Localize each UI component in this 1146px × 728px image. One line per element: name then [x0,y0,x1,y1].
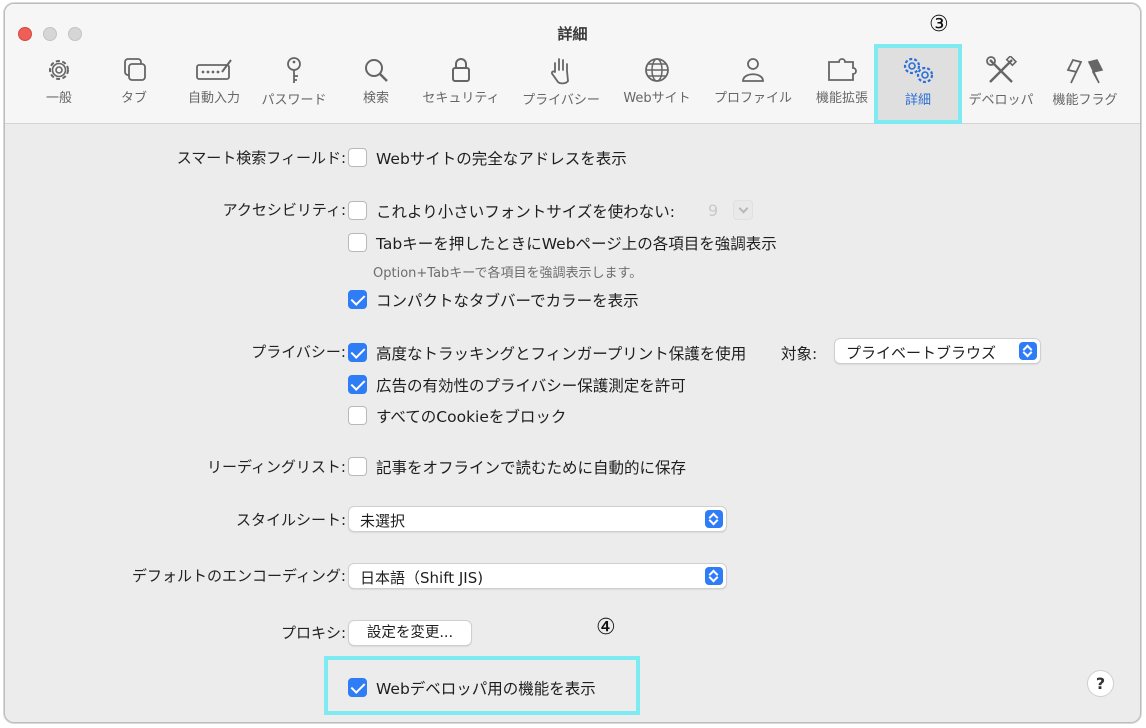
tab-label: セキュリティ [422,91,500,106]
lock-icon [452,58,470,82]
tab-label: タブ [120,91,147,106]
change-proxy-settings-button[interactable]: 設定を変更... [348,620,472,646]
callout-three: ③ [929,12,949,37]
developer-features-checkbox[interactable] [348,678,367,697]
tab-label: 一般 [45,91,72,106]
tab-label: プライバシー [522,93,600,108]
tab-developer[interactable]: デベロッパ [963,56,1039,112]
tab-search[interactable]: 検索 [351,56,401,112]
toolbar: 詳細 一般 タブ 自動入力 パスワード 検索 セキュリティ プライバシー Web… [5,4,1140,124]
smart-search-label: スマート検索フィールド: [176,149,346,167]
save-offline-checkbox[interactable] [348,457,367,476]
tabs-icon [124,58,146,81]
person-icon [742,58,764,82]
accessibility-label: アクセシビリティ: [222,201,346,219]
privacy-target-value: プライベートブラウズ [846,344,997,362]
tab-general[interactable]: 一般 [31,56,87,112]
help-button[interactable]: ? [1087,670,1114,697]
min-font-checkbox[interactable] [348,201,367,220]
tracking-protection-checkbox[interactable] [348,343,367,362]
privacy-target-select[interactable]: プライベートブラウズ [834,338,1041,364]
min-font-label: これより小さいフォントサイズを使わない: [376,203,675,221]
tab-highlight-hint: Option+Tabキーで各項目を強調表示します。 [373,266,643,281]
min-font-size-value: 9 [708,201,719,220]
search-icon [365,59,388,82]
show-full-address-label: Webサイトの完全なアドレスを表示 [376,150,627,168]
ad-measurement-checkbox[interactable] [348,375,367,394]
tab-label: 機能拡張 [815,91,868,106]
tab-extensions[interactable]: 機能拡張 [811,56,873,112]
target-label: 対象: [781,345,818,363]
save-offline-label: 記事をオフラインで読むために自動的に保存 [376,459,687,477]
key-icon [287,57,301,83]
tab-label: 機能フラグ [1052,93,1118,108]
tab-label: 自動入力 [187,91,240,106]
ad-measurement-label: 広告の有効性のプライバシー保護測定を許可 [376,377,686,395]
tab-passwords[interactable]: パスワード [257,56,331,112]
reading-list-label: リーディングリスト: [206,458,346,476]
hand-icon [551,58,569,85]
tab-label: パスワード [261,93,327,108]
tab-label: Webサイト [623,91,691,106]
tab-websites[interactable]: Webサイト [619,56,695,112]
updown-chevron-icon [705,510,723,528]
tab-label: 検索 [362,91,389,106]
tab-highlight-checkbox[interactable] [348,233,367,252]
gear-icon [49,60,69,80]
callout-four: ④ [596,615,616,640]
tab-autofill[interactable]: 自動入力 [183,56,245,112]
tab-label: デベロッパ [968,93,1034,108]
updown-chevron-icon [1019,342,1037,360]
stylesheet-value: 未選択 [360,512,406,530]
tab-feature-flags[interactable]: 機能フラグ [1049,56,1121,112]
compact-color-checkbox[interactable] [348,290,367,309]
block-cookies-label: すべてのCookieをブロック [376,408,567,426]
puzzle-icon [828,58,857,81]
tab-profiles[interactable]: プロファイル [711,56,795,112]
compact-color-label: コンパクトなタブバーでカラーを表示 [376,292,639,310]
privacy-label: プライバシー: [251,343,346,361]
proxy-label: プロキシ: [280,624,346,642]
tracking-protection-label: 高度なトラッキングとフィンガープリント保護を使用 [376,345,747,363]
developer-features-label: Webデベロッパ用の機能を表示 [376,680,596,698]
tools-icon [986,56,1018,83]
block-cookies-checkbox[interactable] [348,406,367,425]
tab-label: プロファイル [713,91,792,106]
advanced-tab-highlight [874,44,962,124]
flags-icon [1066,58,1104,84]
show-full-address-checkbox[interactable] [348,148,367,167]
window-title: 詳細 [557,25,588,43]
stylesheet-select[interactable]: 未選択 [348,506,727,532]
chevron-down-icon [733,200,753,220]
encoding-select[interactable]: 日本語（Shift JIS) [348,563,727,589]
autofill-icon [196,59,232,80]
tab-highlight-label: Tabキーを押したときにWebページ上の各項目を強調表示 [376,235,777,253]
encoding-label: デフォルトのエンコーディング: [131,567,346,585]
globe-icon [645,58,669,82]
tab-privacy[interactable]: プライバシー [519,56,603,112]
tab-security[interactable]: セキュリティ [419,56,503,112]
stylesheet-label: スタイルシート: [235,511,346,529]
updown-chevron-icon [705,567,723,585]
min-font-size-select[interactable]: 9 [701,197,758,224]
encoding-value: 日本語（Shift JIS) [360,569,484,587]
tab-tabs[interactable]: タブ [110,56,158,112]
